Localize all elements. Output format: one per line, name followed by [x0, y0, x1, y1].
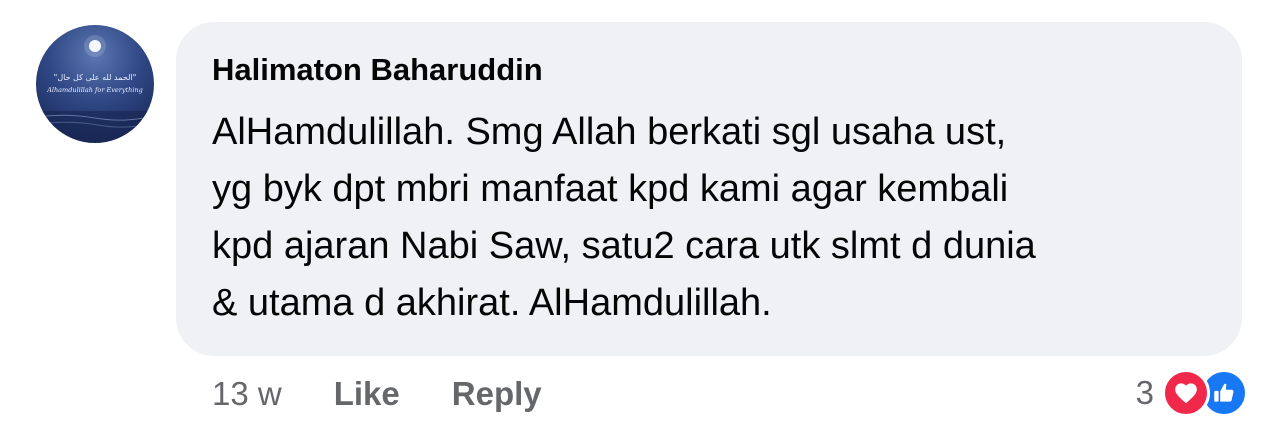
avatar-arabic-text: "الحمد لله على كل حال"	[54, 73, 137, 82]
comment-text-line: AlHamdulillah. Smg Allah berkati sgl usa…	[212, 111, 1007, 153]
comment-actions: 13 w Like Reply	[212, 372, 542, 416]
comment-timestamp[interactable]: 13 w	[212, 375, 282, 413]
reaction-count: 3	[1135, 374, 1154, 411]
like-button[interactable]: Like	[334, 375, 400, 413]
heart-icon	[1162, 369, 1210, 417]
avatar-image: "الحمد لله على كل حال" Alhamdulillah for…	[36, 35, 154, 143]
comment-text-line: yg byk dpt mbri manfaat kpd kami agar ke…	[212, 168, 1009, 210]
reaction-summary[interactable]: 3	[1135, 369, 1248, 417]
reply-button[interactable]: Reply	[452, 375, 542, 413]
comment-text: AlHamdulillah. Smg Allah berkati sgl usa…	[212, 104, 1222, 332]
comment-text-line: kpd ajaran Nabi Saw, satu2 cara utk slmt…	[212, 225, 1036, 267]
comment-bubble: Halimaton Baharuddin AlHamdulillah. Smg …	[176, 22, 1242, 356]
comment-text-line: & utama d akhirat. AlHamdulillah.	[212, 282, 772, 324]
comment-avatar[interactable]: "الحمد لله على كل حال" Alhamdulillah for…	[36, 25, 154, 143]
comment-author[interactable]: Halimaton Baharuddin	[212, 52, 543, 88]
avatar-caption: Alhamdulillah for Everything	[46, 86, 143, 94]
